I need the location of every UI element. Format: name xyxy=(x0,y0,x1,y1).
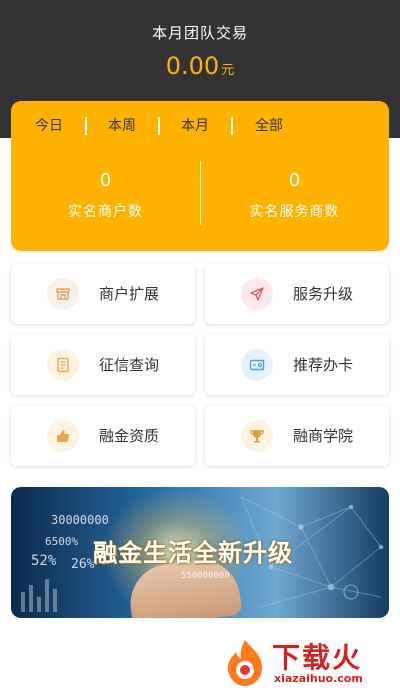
merchant-expand-button[interactable]: 商户扩展 xyxy=(11,264,195,324)
monthly-amount: 0.00 元 xyxy=(0,52,400,80)
stat-providers-value: 0 xyxy=(288,170,301,191)
paper-plane-icon xyxy=(241,278,273,310)
stat-merchants-value: 0 xyxy=(99,170,112,191)
watermark-name: 下载火 xyxy=(272,641,363,674)
credit-query-label: 征信查询 xyxy=(99,356,160,374)
business-academy-label: 融商学院 xyxy=(293,427,354,445)
document-icon xyxy=(47,349,79,381)
business-academy-button[interactable]: 融商学院 xyxy=(205,406,389,466)
store-icon xyxy=(47,278,79,310)
tab-week[interactable]: 本周 xyxy=(108,115,136,137)
thumbs-up-icon xyxy=(47,420,79,452)
stat-merchants-label: 实名商户数 xyxy=(68,204,143,220)
amount-unit: 元 xyxy=(221,63,235,78)
trophy-icon xyxy=(241,420,273,452)
banner-number: 6500% xyxy=(45,535,79,548)
tab-all[interactable]: 全部 xyxy=(255,115,283,137)
period-tabs: 今日 本周 本月 全部 xyxy=(11,115,389,137)
tab-divider xyxy=(158,117,160,135)
service-upgrade-button[interactable]: 服务升级 xyxy=(205,264,389,324)
recommend-card-button[interactable]: 推荐办卡 xyxy=(205,335,389,395)
banner-number: 52% xyxy=(31,553,57,569)
tab-divider xyxy=(231,117,233,135)
amount-value: 0.00 xyxy=(165,52,220,80)
tab-divider xyxy=(85,117,87,135)
recommend-card-label: 推荐办卡 xyxy=(293,356,354,374)
banner-title: 融金生活全新升级 xyxy=(93,539,293,567)
stat-merchants: 0 实名商户数 xyxy=(11,169,200,221)
credit-query-button[interactable]: 征信查询 xyxy=(11,335,195,395)
banner-number: 26% xyxy=(71,557,95,572)
card-icon xyxy=(241,349,273,381)
finance-qualification-button[interactable]: 融金资质 xyxy=(11,406,195,466)
merchant-expand-label: 商户扩展 xyxy=(99,285,160,303)
stat-providers: 0 实名服务商数 xyxy=(200,169,389,221)
header-title: 本月团队交易 xyxy=(151,24,248,42)
stat-providers-label: 实名服务商数 xyxy=(249,204,340,220)
flame-logo-icon xyxy=(228,640,262,686)
tab-month[interactable]: 本月 xyxy=(181,115,209,137)
service-upgrade-label: 服务升级 xyxy=(293,285,354,303)
tab-today[interactable]: 今日 xyxy=(35,115,63,137)
watermark-url: xiazaihuo.com xyxy=(274,672,363,685)
banner-number: 550000000 xyxy=(181,571,230,581)
finance-qualification-label: 融金资质 xyxy=(99,427,160,445)
banner-number: 30000000 xyxy=(51,513,109,527)
stats-card: 今日 本周 本月 全部 0 实名商户数 0 实名服务商数 xyxy=(11,101,389,251)
promo-banner[interactable]: 30000000 6500% 52% 26% 550000000 融金生活全新升… xyxy=(11,487,389,618)
watermark: 下载火 xiazaihuo.com xyxy=(222,636,394,692)
